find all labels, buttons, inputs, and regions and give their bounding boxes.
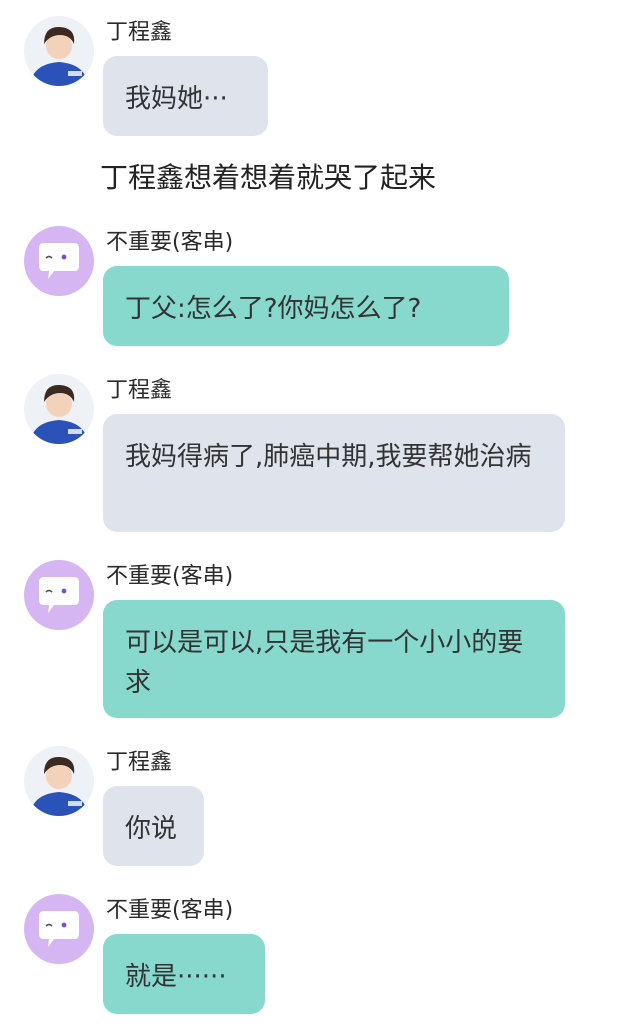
message-bubble[interactable]: 你说 (103, 786, 204, 866)
sender-name: 丁程鑫 (106, 750, 173, 775)
message-bubble[interactable]: 我妈得病了,肺癌中期,我要帮她治病 (103, 414, 565, 532)
narration-text: 丁程鑫想着想着就哭了起来 (100, 161, 437, 194)
sender-name: 不重要(客串) (106, 898, 234, 923)
message-bubble[interactable]: 我妈她··· (103, 56, 268, 136)
photo-avatar[interactable] (24, 16, 94, 86)
sender-name: 不重要(客串) (106, 564, 234, 589)
message-bubble[interactable]: 丁父:怎么了?你妈怎么了? (103, 266, 509, 346)
sender-name: 丁程鑫 (106, 20, 173, 45)
photo-avatar[interactable] (24, 374, 94, 444)
sender-name: 不重要(客串) (106, 230, 234, 255)
chat-bubble-avatar-icon[interactable] (24, 226, 94, 296)
photo-avatar[interactable] (24, 746, 94, 816)
sender-name: 丁程鑫 (106, 378, 173, 403)
message-bubble[interactable]: 就是······ (103, 934, 265, 1014)
chat-bubble-avatar-icon[interactable] (24, 560, 94, 630)
chat-transcript: 丁程鑫 我妈她··· 丁程鑫想着想着就哭了起来 不重要(客串) 丁父:怎么了?你… (0, 0, 640, 1035)
chat-bubble-avatar-icon[interactable] (24, 894, 94, 964)
message-bubble[interactable]: 可以是可以,只是我有一个小小的要求 (103, 600, 565, 718)
